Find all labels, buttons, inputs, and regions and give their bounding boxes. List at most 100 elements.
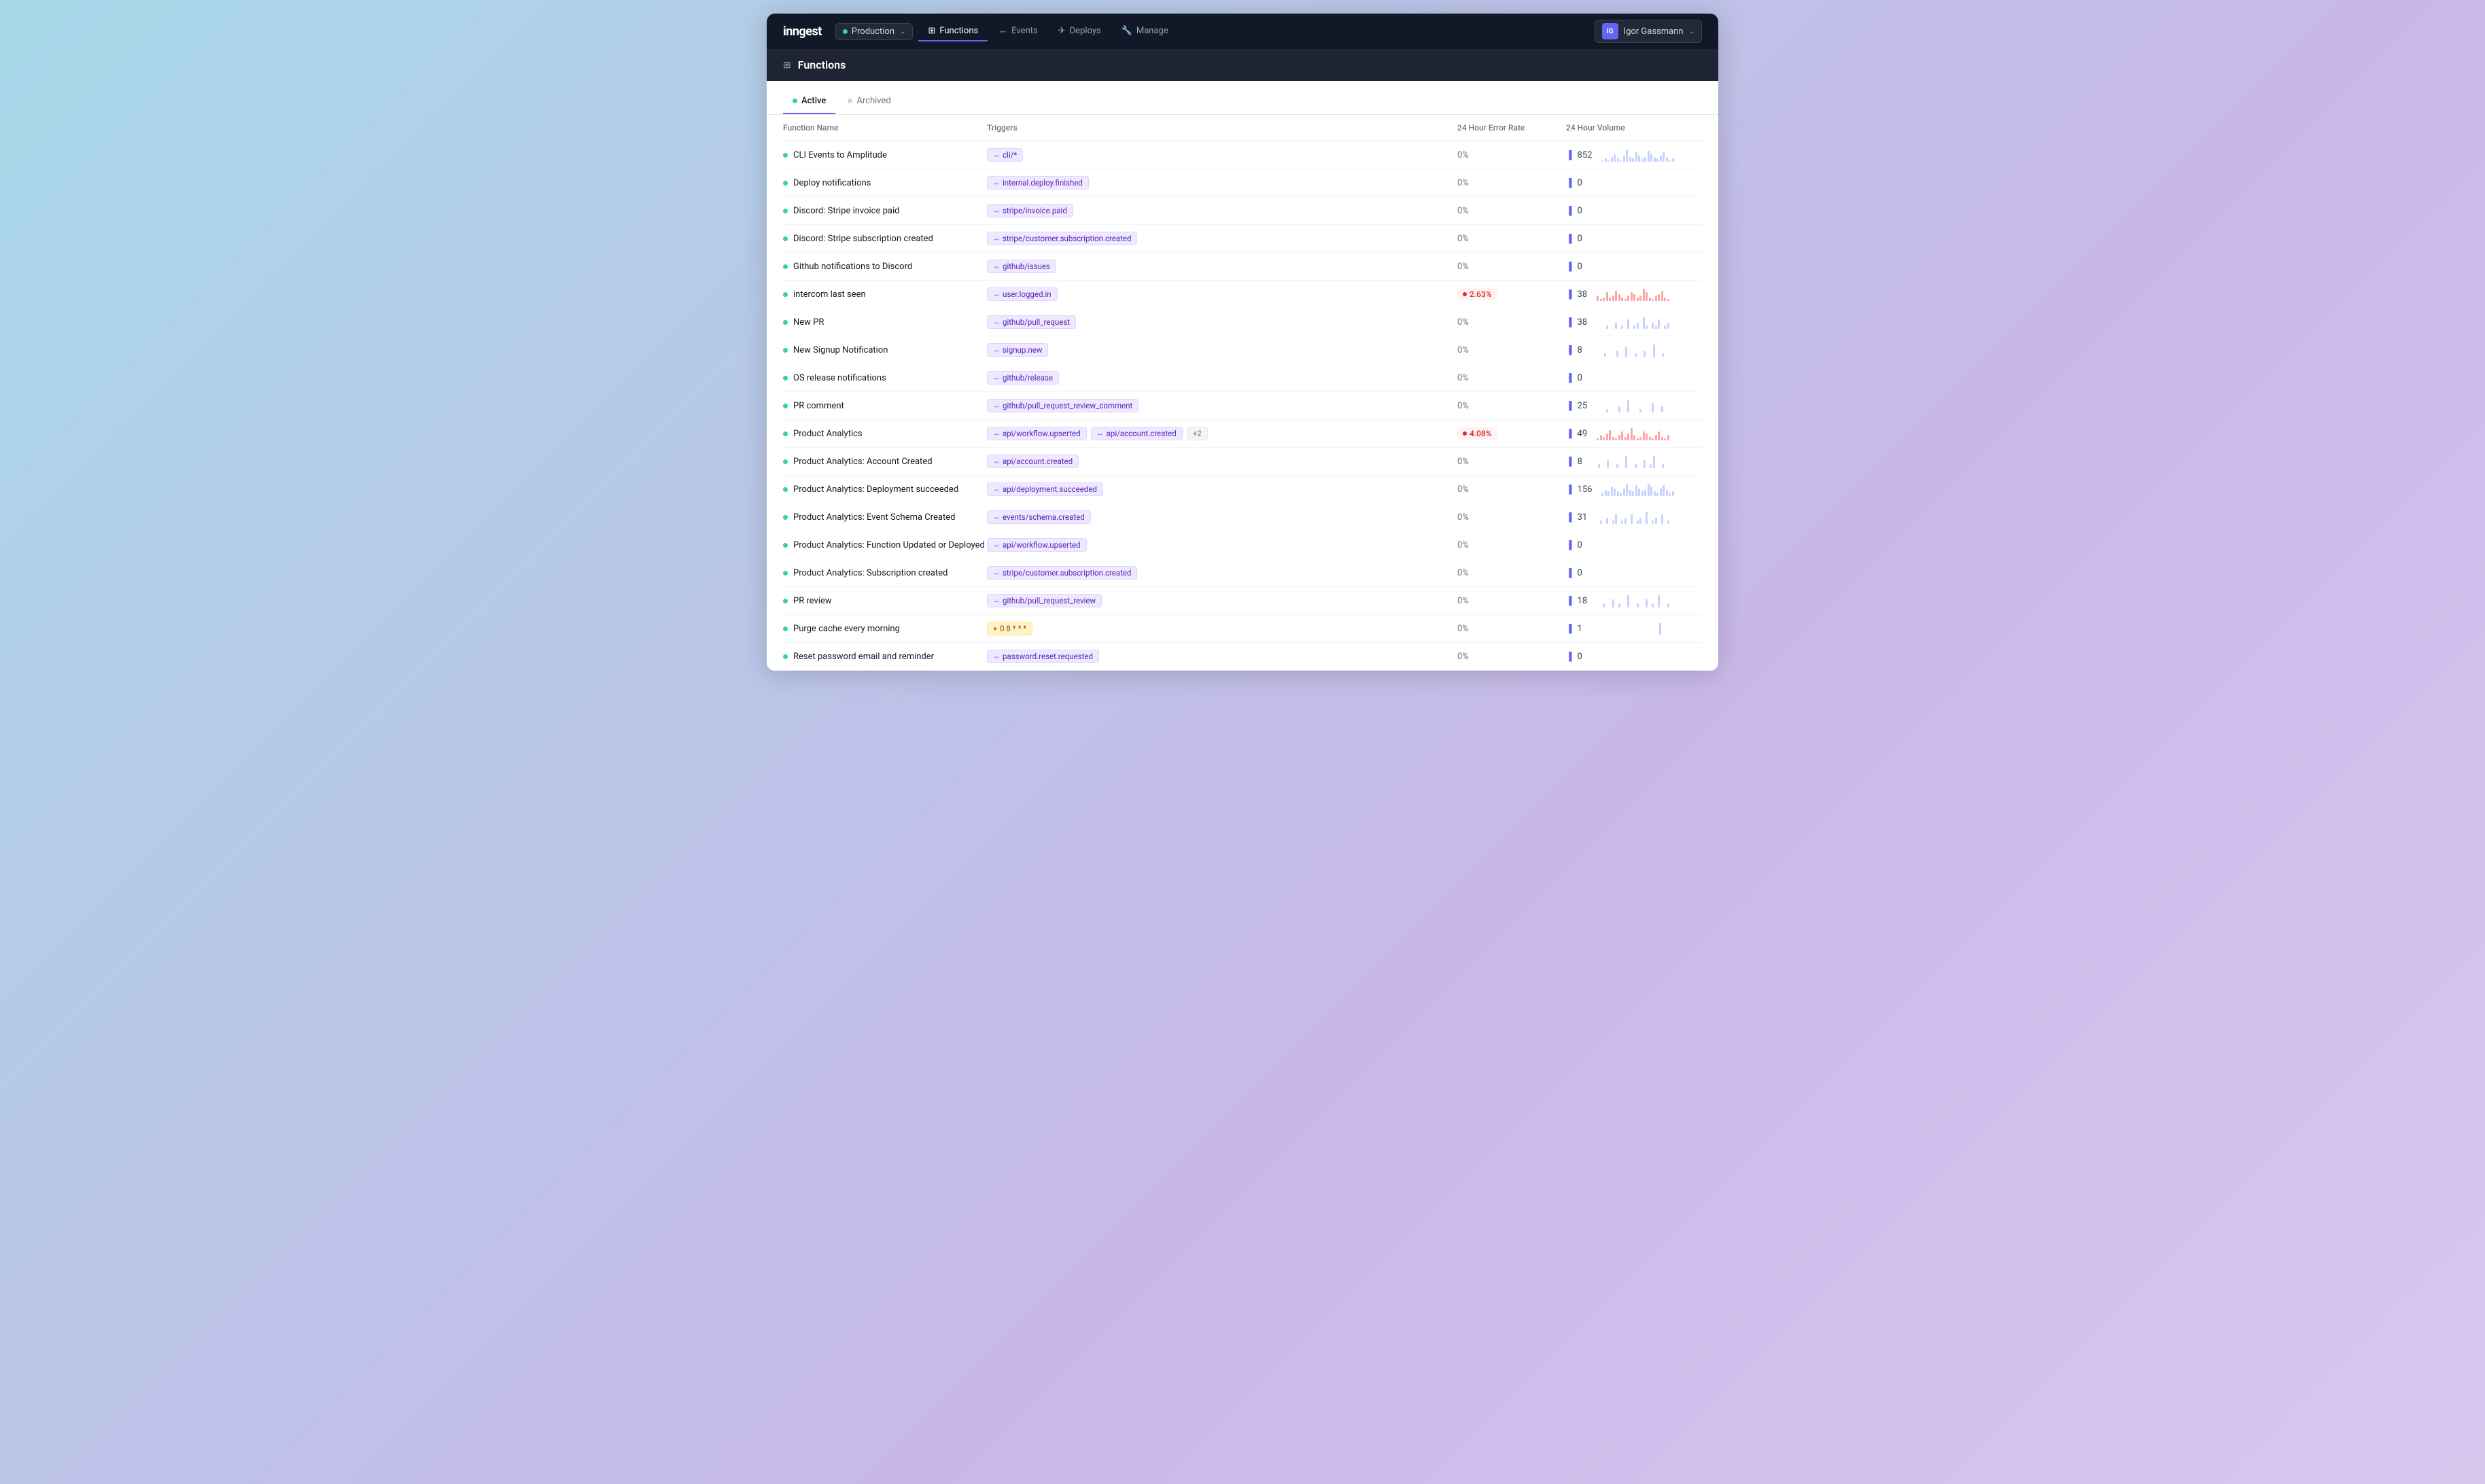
col-function-name: Function Name — [783, 123, 987, 132]
table-row[interactable]: PR comment↔ github/pull_request_review_c… — [783, 392, 1702, 420]
chart-bar — [1652, 520, 1654, 524]
chart-bar — [1661, 437, 1663, 440]
volume-number: 156 — [1578, 484, 1593, 495]
functions-icon: ⊞ — [783, 60, 791, 71]
mini-chart — [1592, 622, 1665, 635]
user-menu[interactable]: IG Igor Gassmann ⌄ — [1595, 20, 1702, 43]
table-row[interactable]: OS release notifications↔ github/release… — [783, 364, 1702, 392]
status-dot-icon — [783, 348, 788, 353]
volume-bar-icon: ▐ — [1566, 457, 1572, 466]
table-row[interactable]: Product Analytics: Function Updated or D… — [783, 531, 1702, 559]
volume-cell: ▐0 — [1566, 373, 1702, 383]
avatar: IG — [1602, 23, 1618, 39]
chart-bar — [1667, 520, 1669, 524]
status-dot-icon — [783, 626, 788, 631]
table-row[interactable]: New Signup Notification↔ signup.new0%▐8 — [783, 336, 1702, 364]
nav-tab-functions[interactable]: ⊞ Functions — [918, 22, 988, 41]
mini-chart — [1597, 510, 1669, 524]
table-row[interactable]: Product Analytics: Subscription created↔… — [783, 559, 1702, 587]
chart-bar — [1654, 491, 1656, 496]
table-row[interactable]: Product Analytics: Deployment succeeded↔… — [783, 476, 1702, 504]
volume-number: 0 — [1578, 652, 1582, 662]
tabs-row: Active Archived — [767, 81, 1718, 115]
chart-bar — [1652, 323, 1654, 329]
function-name: Product Analytics: Account Created — [793, 457, 933, 467]
nav-tab-manage-label: Manage — [1136, 26, 1168, 36]
chart-bar — [1639, 409, 1641, 412]
chart-bar — [1646, 512, 1648, 524]
chart-bar — [1608, 160, 1610, 162]
table-row[interactable]: CLI Events to Amplitude↔ cli/*0%▐852 — [783, 141, 1702, 169]
functions-icon: ⊞ — [928, 26, 935, 36]
table-row[interactable]: Reset password email and reminder↔ passw… — [783, 643, 1702, 671]
event-icon: ↔ — [993, 486, 1000, 493]
volume-number: 0 — [1578, 540, 1582, 550]
table-row[interactable]: Github notifications to Discord↔ github/… — [783, 253, 1702, 281]
table-row[interactable]: Product Analytics: Event Schema Created↔… — [783, 504, 1702, 531]
top-nav: inngest Production ⌄ ⊞ Functions ↔ Event… — [767, 14, 1718, 49]
chart-bar — [1616, 351, 1618, 357]
triggers-cell: ↔ api/account.created — [987, 455, 1457, 468]
table-row[interactable]: New PR↔ github/pull_request0%▐38 — [783, 308, 1702, 336]
trigger-event-badge: ↔ stripe/invoice.paid — [987, 204, 1073, 217]
chart-bar — [1617, 158, 1619, 162]
function-name-cell: Purge cache every morning — [783, 624, 987, 634]
table-row[interactable]: Discord: Stripe subscription created↔ st… — [783, 225, 1702, 253]
volume-number: 38 — [1578, 317, 1588, 328]
error-rate-cell: 0% — [1457, 373, 1566, 383]
chart-bar — [1629, 157, 1631, 162]
chart-bar — [1637, 298, 1639, 301]
table-row[interactable]: Product Analytics↔ api/workflow.upserted… — [783, 420, 1702, 448]
chart-bar — [1615, 438, 1617, 440]
error-rate-cell: 0% — [1457, 457, 1566, 467]
volume-cell: ▐0 — [1566, 178, 1702, 188]
col-triggers: Triggers — [987, 123, 1457, 132]
trigger-event-badge: ↔ github/release — [987, 371, 1059, 385]
chart-bar — [1664, 298, 1666, 301]
status-dot-icon — [783, 181, 788, 186]
env-selector[interactable]: Production ⌄ — [835, 23, 914, 40]
table-row[interactable]: PR review↔ github/pull_request_review0%▐… — [783, 587, 1702, 615]
user-name: Igor Gassmann — [1624, 26, 1684, 37]
cron-icon: ● — [993, 625, 997, 633]
nav-tab-deploys[interactable]: ✈ Deploys — [1049, 22, 1111, 41]
table-row[interactable]: Deploy notifications↔ internal.deploy.fi… — [783, 169, 1702, 197]
chart-bar — [1649, 437, 1651, 440]
table-container: Function Name Triggers 24 Hour Error Rat… — [767, 115, 1718, 671]
trigger-event-badge: ↔ github/pull_request_review — [987, 594, 1102, 607]
chart-bar — [1672, 158, 1674, 162]
triggers-cell: ↔ password.reset.requested — [987, 650, 1457, 663]
table-row[interactable]: Discord: Stripe invoice paid↔ stripe/inv… — [783, 197, 1702, 225]
chart-bar — [1664, 325, 1666, 329]
chart-bar — [1623, 489, 1625, 496]
error-rate-cell: 0% — [1457, 512, 1566, 523]
function-name-cell: Reset password email and reminder — [783, 652, 987, 662]
chart-bar — [1661, 406, 1663, 412]
chart-bar — [1627, 434, 1629, 440]
function-name-cell: Github notifications to Discord — [783, 262, 987, 272]
chart-bar — [1612, 520, 1614, 524]
tab-archived[interactable]: Archived — [838, 92, 900, 114]
chart-bar — [1643, 289, 1645, 301]
chart-bar — [1637, 603, 1639, 607]
chart-bar — [1625, 347, 1627, 357]
volume-cell: ▐0 — [1566, 652, 1702, 662]
tab-active[interactable]: Active — [783, 92, 835, 114]
table-row[interactable]: intercom last seen↔ user.logged.in 2.63%… — [783, 281, 1702, 308]
volume-cell: ▐31 — [1566, 510, 1702, 524]
trigger-event-badge: ↔ password.reset.requested — [987, 650, 1099, 663]
function-name: intercom last seen — [793, 289, 866, 300]
table-row[interactable]: Product Analytics: Account Created ↔ api/… — [783, 448, 1702, 476]
main-content: Active Archived Function Name Triggers 2… — [767, 81, 1718, 671]
table-row[interactable]: Purge cache every morning● 0 8 * * *0%▐1 — [783, 615, 1702, 643]
function-name-cell: PR review — [783, 596, 987, 606]
chart-bar — [1639, 296, 1641, 301]
nav-tab-manage[interactable]: 🔧 Manage — [1112, 22, 1178, 41]
error-rate-cell: 0% — [1457, 234, 1566, 244]
chart-bar — [1637, 438, 1639, 440]
nav-tab-events[interactable]: ↔ Events — [989, 21, 1047, 41]
chevron-down-icon: ⌄ — [1689, 28, 1695, 35]
trigger-event-badge: ↔ internal.deploy.finished — [987, 176, 1089, 190]
logo: inngest — [783, 24, 822, 39]
chart-bar — [1620, 160, 1622, 162]
